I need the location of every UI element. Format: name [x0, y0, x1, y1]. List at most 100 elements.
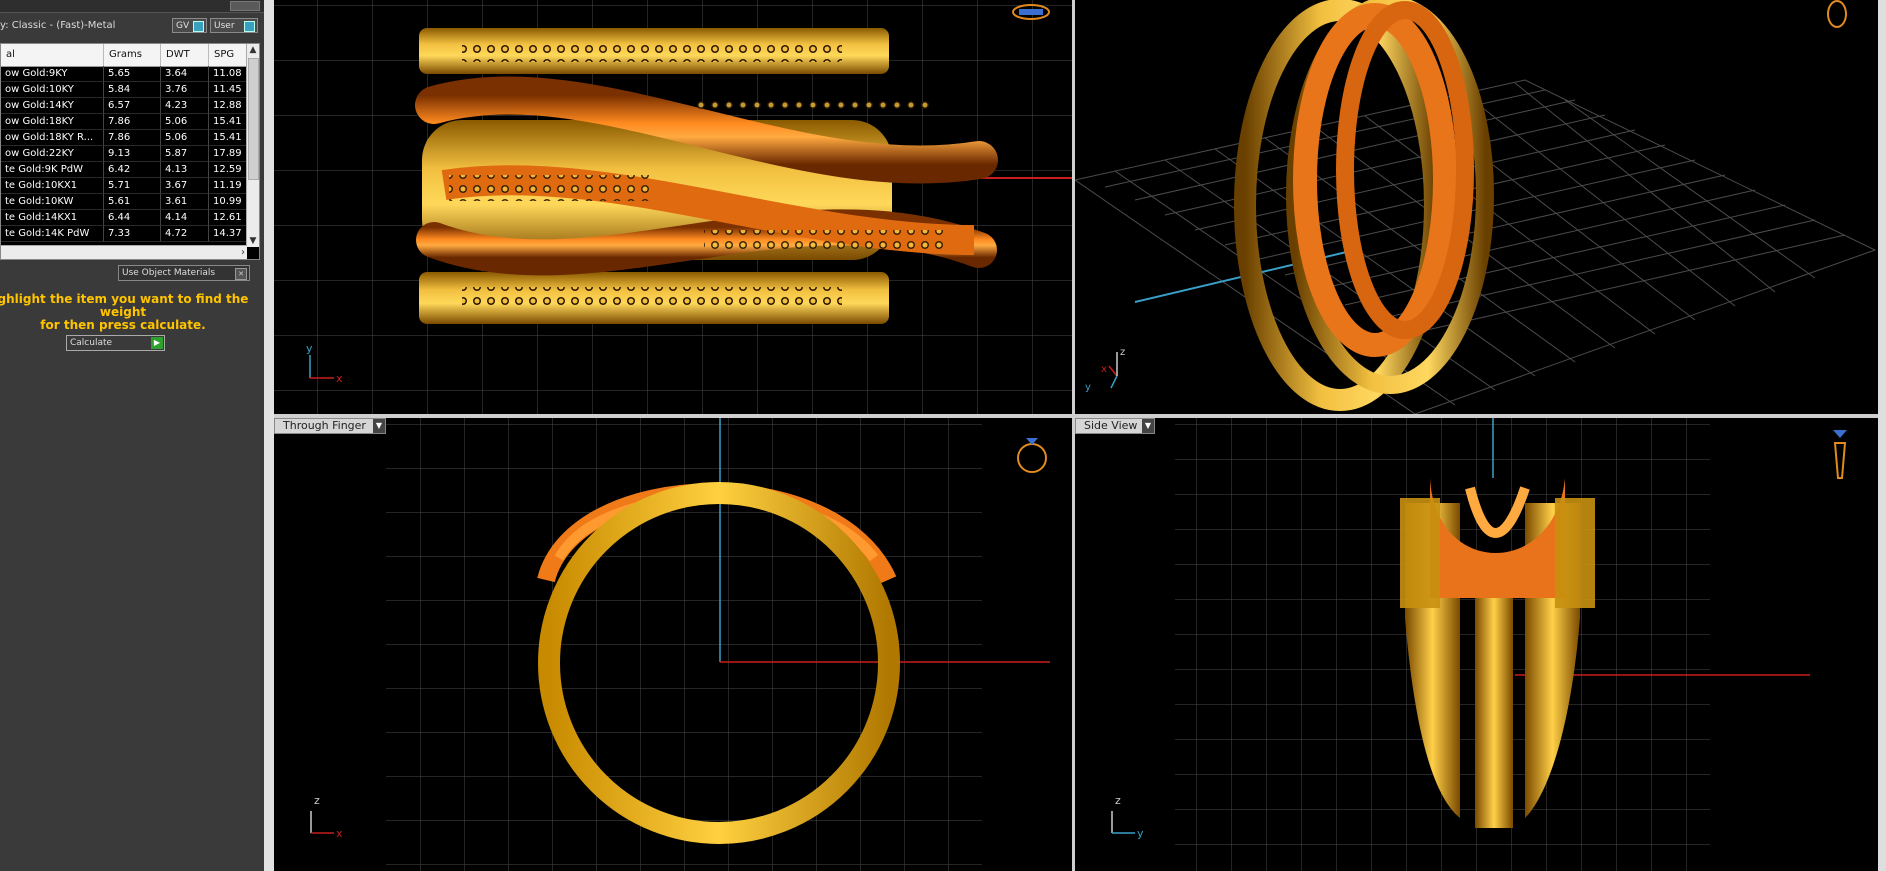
axis-label-x: x	[336, 827, 343, 840]
cell-grams: 7.33	[104, 226, 161, 242]
viewport-vertical-separator[interactable]	[1072, 0, 1075, 871]
viewport-top[interactable]: y x	[274, 0, 1072, 414]
table-row[interactable]: te Gold:10KX1 5.71 3.67 11.19	[1, 178, 247, 194]
calculate-button[interactable]: Calculate ▶	[66, 335, 165, 351]
cell-metal: ow Gold:18KY	[1, 114, 104, 130]
horizontal-scrollbar[interactable]: ›	[1, 245, 247, 259]
side-view-canvas: z y	[1111, 418, 1847, 871]
use-object-materials-label: Use Object Materials	[122, 268, 216, 278]
cell-dwt: 4.14	[161, 210, 209, 226]
cell-metal: ow Gold:10KY	[1, 82, 104, 98]
scroll-right-icon[interactable]: ›	[241, 246, 245, 259]
table-row[interactable]: te Gold:14K PdW 7.33 4.72 14.37	[1, 226, 247, 242]
col-header-spg[interactable]: SPG	[209, 44, 247, 66]
instruction-text: ghlight the item you want to find the we…	[0, 293, 252, 332]
axis-label-x: x	[1101, 364, 1107, 375]
cell-metal: te Gold:10KX1	[1, 178, 104, 194]
cell-grams: 5.71	[104, 178, 161, 194]
view-mode-dropdown[interactable]: Through Finger ▼	[274, 418, 386, 434]
use-object-materials-checkbox[interactable]: Use Object Materials ✕	[118, 265, 250, 281]
table-row[interactable]: ow Gold:14KY 6.57 4.23 12.88	[1, 98, 247, 114]
cell-dwt: 5.06	[161, 130, 209, 146]
user-toggle[interactable]: User	[210, 18, 258, 33]
table-row[interactable]: ow Gold:9KY 5.65 3.64 11.08	[1, 66, 247, 82]
cell-spg: 12.88	[209, 98, 247, 114]
vertical-scrollbar[interactable]: ▲ ▼	[246, 44, 259, 247]
cell-metal: ow Gold:22KY	[1, 146, 104, 162]
cell-spg: 14.37	[209, 226, 247, 242]
table-row[interactable]: te Gold:9K PdW 6.42 4.13 12.59	[1, 162, 247, 178]
cell-spg: 15.41	[209, 130, 247, 146]
user-indicator	[244, 21, 255, 32]
cell-dwt: 5.06	[161, 114, 209, 130]
cell-dwt: 3.64	[161, 66, 209, 82]
cell-spg: 11.45	[209, 82, 247, 98]
cell-grams: 6.44	[104, 210, 161, 226]
cell-metal: ow Gold:14KY	[1, 98, 104, 114]
cell-grams: 5.84	[104, 82, 161, 98]
scroll-thumb[interactable]	[248, 58, 259, 180]
cell-spg: 17.89	[209, 146, 247, 162]
view-mode-label: Through Finger	[283, 419, 366, 432]
cell-grams: 5.61	[104, 194, 161, 210]
scroll-up-icon[interactable]: ▲	[247, 44, 259, 56]
panel-divider[interactable]	[264, 0, 274, 871]
cell-spg: 11.08	[209, 66, 247, 82]
gv-toggle[interactable]: GV	[172, 18, 207, 33]
cell-spg: 15.41	[209, 114, 247, 130]
ring-front-view-cube-icon[interactable]	[1017, 438, 1047, 473]
col-header-metal[interactable]: al	[1, 44, 104, 66]
cell-grams: 7.86	[104, 130, 161, 146]
checkbox-icon[interactable]: ✕	[235, 268, 247, 280]
cell-metal: ow Gold:18KY R...	[1, 130, 104, 146]
top-view-canvas: y x	[274, 0, 1072, 414]
table-row[interactable]: te Gold:10KW 5.61 3.61 10.99	[1, 194, 247, 210]
chevron-down-icon[interactable]: ▼	[373, 419, 385, 433]
chevron-down-icon[interactable]: ▼	[1142, 419, 1154, 433]
col-header-grams[interactable]: Grams	[104, 44, 161, 66]
col-header-dwt[interactable]: DWT	[161, 44, 209, 66]
panel-top-strip	[0, 0, 264, 13]
viewport-side-view[interactable]: z y Side View ▼	[1075, 418, 1878, 871]
front-view-canvas: z x	[310, 418, 1050, 871]
panel-tab[interactable]	[230, 1, 260, 11]
scroll-down-icon[interactable]: ▼	[247, 235, 259, 247]
perspective-view-canvas: z x y	[1075, 0, 1877, 414]
ring-side-view-cube-icon[interactable]	[1833, 430, 1847, 479]
axis-label-x: x	[336, 372, 343, 385]
calculate-label: Calculate	[70, 338, 113, 348]
table-row[interactable]: ow Gold:18KY R... 7.86 5.06 15.41	[1, 130, 247, 146]
axis-label-z: z	[1115, 794, 1121, 807]
table-row[interactable]: ow Gold:18KY 7.86 5.06 15.41	[1, 114, 247, 130]
table-row[interactable]: te Gold:14KX1 6.44 4.14 12.61	[1, 210, 247, 226]
cell-dwt: 3.61	[161, 194, 209, 210]
cell-dwt: 4.23	[161, 98, 209, 114]
table-row[interactable]: ow Gold:22KY 9.13 5.87 17.89	[1, 146, 247, 162]
play-arrow-icon: ▶	[151, 337, 163, 349]
cell-dwt: 5.87	[161, 146, 209, 162]
viewport-through-finger[interactable]: z x Through Finger ▼	[274, 418, 1072, 871]
cell-spg: 12.59	[209, 162, 247, 178]
metal-weight-table[interactable]: al Grams DWT SPG ow Gold:9KY 5.65 3.64 11.0…	[0, 43, 260, 260]
cell-dwt: 4.72	[161, 226, 209, 242]
metal-weight-panel: y: Classic - (Fast)-Metal GV User al Gra…	[0, 0, 264, 871]
gv-indicator	[193, 21, 204, 32]
table-header: al Grams DWT SPG	[1, 44, 247, 67]
cell-spg: 12.61	[209, 210, 247, 226]
instruction-line-2: for then press calculate.	[40, 318, 206, 332]
ring-perspective-view-cube-icon[interactable]	[1827, 0, 1847, 28]
cell-dwt: 3.76	[161, 82, 209, 98]
viewport-perspective[interactable]: z x y	[1075, 0, 1878, 414]
axis-label-z: z	[1120, 347, 1125, 358]
library-title: y: Classic - (Fast)-Metal	[0, 20, 116, 31]
viewport-horizontal-separator[interactable]	[274, 414, 1878, 418]
table-row[interactable]: ow Gold:10KY 5.84 3.76 11.45	[1, 82, 247, 98]
right-edge-strip	[1878, 0, 1886, 871]
cell-dwt: 3.67	[161, 178, 209, 194]
side-view-dropdown[interactable]: Side View ▼	[1075, 418, 1155, 434]
cell-spg: 10.99	[209, 194, 247, 210]
cell-dwt: 4.13	[161, 162, 209, 178]
axis-label-z: z	[314, 794, 320, 807]
cell-grams: 6.57	[104, 98, 161, 114]
axis-label-y: y	[1085, 382, 1091, 393]
